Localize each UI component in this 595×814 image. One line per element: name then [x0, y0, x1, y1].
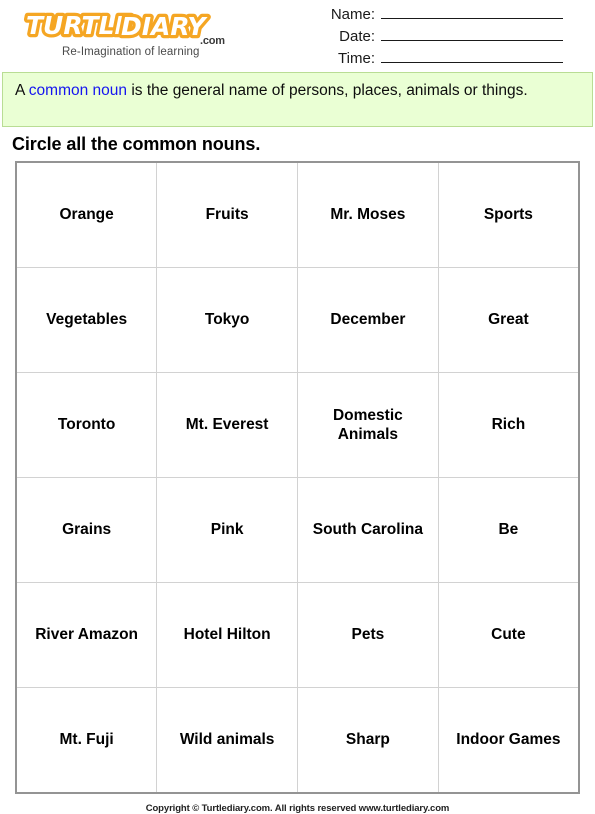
word-cell[interactable]: Indoor Games [437, 687, 580, 794]
table-row: Grains Pink South Carolina Be [15, 477, 580, 583]
word-cell[interactable]: Sharp [297, 687, 439, 794]
word-cell[interactable]: Rich [437, 372, 580, 478]
definition-rest-text: is the general name of persons, places, … [127, 82, 528, 99]
svg-text:TURTLE: TURTLE [26, 11, 132, 40]
word-cell[interactable]: Wild animals [156, 687, 298, 794]
student-info-fields: Name: Date: Time: [298, 4, 563, 70]
word-cell[interactable]: Cute [437, 582, 580, 688]
word-cell[interactable]: Toronto [15, 372, 158, 478]
word-cell[interactable]: Mt. Fuji [15, 687, 158, 794]
word-cell[interactable]: South Carolina [297, 477, 439, 583]
word-grid: Orange Fruits Mr. Moses Sports Vegetable… [15, 161, 580, 794]
definition-lead-text: A [15, 82, 29, 99]
table-row: River Amazon Hotel Hilton Pets Cute [15, 582, 580, 688]
word-cell[interactable]: Tokyo [156, 267, 298, 373]
word-cell[interactable]: Pink [156, 477, 298, 583]
page-title: Circle all the common nouns. [12, 134, 261, 154]
worksheet-header: TURTLE TURTLE DIARY DIARY .com Re-Imagin… [0, 0, 595, 72]
table-row: Mt. Fuji Wild animals Sharp Indoor Games [15, 687, 580, 794]
word-cell[interactable]: Grains [15, 477, 158, 583]
word-grid-body: Orange Fruits Mr. Moses Sports Vegetable… [15, 161, 580, 794]
word-grid-wrapper: Orange Fruits Mr. Moses Sports Vegetable… [0, 161, 595, 794]
word-cell[interactable]: Pets [297, 582, 439, 688]
date-field-row: Date: [298, 26, 563, 48]
definition-banner: A common noun is the general name of per… [2, 72, 593, 127]
name-input-line[interactable] [381, 4, 563, 19]
word-cell[interactable]: Be [437, 477, 580, 583]
time-input-line[interactable] [381, 48, 563, 63]
word-cell[interactable]: Great [437, 267, 580, 373]
copyright-footer: Copyright © Turtlediary.com. All rights … [145, 803, 450, 814]
time-field-row: Time: [298, 48, 563, 70]
word-cell[interactable]: Domestic Animals [297, 372, 439, 478]
logo-dotcom-text: .com [200, 35, 225, 47]
word-cell[interactable]: Fruits [156, 161, 298, 268]
table-row: Toronto Mt. Everest Domestic Animals Ric… [15, 372, 580, 478]
word-cell[interactable]: December [297, 267, 439, 373]
word-cell[interactable]: River Amazon [15, 582, 158, 688]
date-field-label: Date: [339, 28, 375, 45]
turtle-diary-logo[interactable]: TURTLE TURTLE DIARY DIARY .com Re-Imagin… [22, 8, 237, 64]
svg-text:DIARY: DIARY [121, 12, 208, 41]
word-cell[interactable]: Hotel Hilton [156, 582, 298, 688]
definition-keyword: common noun [28, 82, 128, 99]
word-cell[interactable]: Orange [15, 161, 158, 268]
logo-bubble-letters-icon: TURTLE TURTLE DIARY DIARY [23, 8, 212, 44]
time-field-label: Time: [338, 50, 375, 67]
logo-tagline: Re-Imagination of learning [62, 46, 200, 58]
logo-wordmark: TURTLE TURTLE DIARY DIARY [22, 8, 227, 44]
table-row: Vegetables Tokyo December Great [15, 267, 580, 373]
date-input-line[interactable] [381, 26, 563, 41]
word-cell[interactable]: Sports [437, 161, 580, 268]
word-cell[interactable]: Mt. Everest [156, 372, 298, 478]
name-field-row: Name: [298, 4, 563, 26]
name-field-label: Name: [330, 6, 375, 23]
table-row: Orange Fruits Mr. Moses Sports [15, 161, 580, 268]
word-cell[interactable]: Vegetables [15, 267, 158, 373]
word-cell[interactable]: Mr. Moses [297, 161, 439, 268]
